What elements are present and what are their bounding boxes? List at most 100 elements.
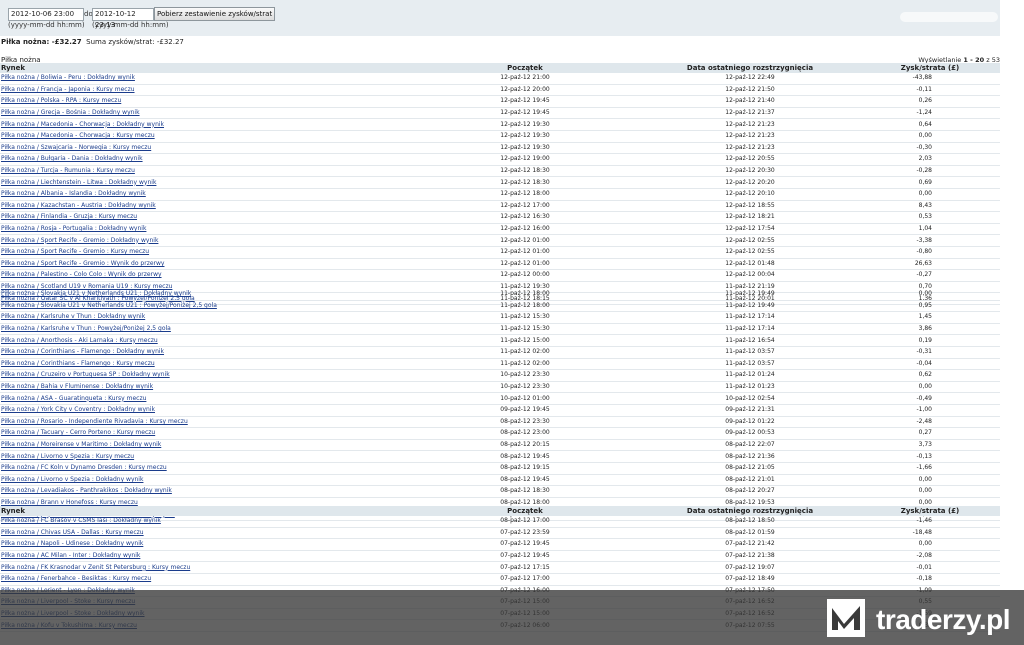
market-link[interactable]: Piłka nożna / Sport Recife - Gremio : Ku…: [1, 248, 149, 255]
market-cell: Piłka nożna / Bahia v Fluminense : Dokła…: [0, 381, 410, 394]
start-time-cell: 11-paź-12 15:00: [410, 334, 640, 347]
profit-loss-cell: 0,64: [860, 118, 1000, 131]
market-link[interactable]: Piłka nożna / Corinthians - Flamengo : K…: [1, 360, 155, 367]
market-link[interactable]: Piłka nożna / Livorno v Spezia : Dokładn…: [1, 476, 143, 483]
table-row: Piłka nożna / Kazachstan - Austria : Dok…: [0, 200, 1000, 213]
market-link[interactable]: Piłka nożna / Karlsruhe v Thun : Powyżej…: [1, 325, 171, 332]
market-link[interactable]: Piłka nożna / Tacuary - Cerro Porteno : …: [1, 429, 155, 436]
market-cell: Piłka nożna / Rosario - Independiente Ri…: [0, 416, 410, 429]
market-cell: Piłka nożna / Napoli - Udinese : Dokładn…: [0, 538, 410, 551]
market-link[interactable]: Piłka nożna / ASA - Guaratinqueta : Kurs…: [1, 395, 146, 402]
market-link[interactable]: Piłka nożna / Turcja - Rumunia : Kursy m…: [1, 167, 135, 174]
market-link[interactable]: Piłka nożna / Brann v Honefoss : Kursy m…: [1, 499, 138, 506]
table-row: Piłka nożna / Turcja - Rumunia : Kursy m…: [0, 165, 1000, 178]
profit-loss-cell: -1,24: [860, 107, 1000, 120]
column-header[interactable]: Rynek: [0, 506, 410, 516]
market-link[interactable]: Piłka nożna / Slovakia U21 v Netherlands…: [1, 302, 217, 309]
market-link[interactable]: Piłka nożna / Rosario - Independiente Ri…: [1, 418, 188, 425]
market-link[interactable]: Piłka nożna / Moreirense v Maritimo : Do…: [1, 441, 161, 448]
table-row: Piłka nożna / Palestino - Colo Colo : Wy…: [0, 269, 1000, 282]
column-header[interactable]: Początek: [410, 506, 640, 516]
market-link[interactable]: Piłka nożna / Fenerbahce - Besiktas : Ku…: [1, 575, 151, 582]
column-header[interactable]: Początek: [410, 63, 640, 73]
settled-time-cell: 08-paź-12 21:36: [640, 450, 860, 463]
market-link[interactable]: Piłka nożna / Bahia v Fluminense : Dokła…: [1, 383, 153, 390]
market-link[interactable]: Piłka nożna / Cruzeiro v Portuguesa SP :…: [1, 371, 170, 378]
market-link[interactable]: Piłka nożna / Slovakia U21 v Netherlands…: [1, 290, 191, 297]
profit-loss-cell: -18,48: [860, 527, 1000, 540]
table-row: Piłka nożna / AC Milan - Inter : Dokładn…: [0, 550, 1000, 563]
start-time-cell: 12-paź-12 19:00: [410, 153, 640, 166]
date-from-format-hint: (yyyy-mm-dd hh:mm): [8, 21, 85, 29]
start-time-cell: 10-paź-12 23:30: [410, 381, 640, 394]
market-link[interactable]: Piłka nożna / Levadiakos - Panthrakikos …: [1, 487, 172, 494]
fetch-report-button[interactable]: Pobierz zestawienie zysków/strat: [154, 7, 276, 21]
market-link[interactable]: Piłka nożna / Palestino - Colo Colo : Wy…: [1, 271, 162, 278]
table-row: Piłka nożna / ASA - Guaratinqueta : Kurs…: [0, 392, 1000, 405]
market-cell: Piłka nożna / Finlandia - Gruzja : Kursy…: [0, 211, 410, 224]
column-header[interactable]: Data ostatniego rozstrzygnięcia: [640, 63, 860, 73]
market-cell: Piłka nożna / Levadiakos - Panthrakikos …: [0, 485, 410, 498]
table-row: Piłka nożna / Bahia v Fluminense : Dokła…: [0, 381, 1000, 394]
table-row: Piłka nożna / Karlsruhe v Thun : Powyżej…: [0, 323, 1000, 336]
table-row: Piłka nożna / Szwajcaria - Norwegia : Ku…: [0, 142, 1000, 155]
market-link[interactable]: Piłka nożna / Livorno v Spezia : Kursy m…: [1, 453, 134, 460]
market-link[interactable]: Piłka nożna / Albania - Islandia : Dokła…: [1, 190, 146, 197]
watermark-brand: traderzy.pl: [876, 604, 1011, 635]
blurred-area: [900, 12, 998, 22]
market-link[interactable]: Piłka nożna / Karlsruhe v Thun : Dokładn…: [1, 313, 145, 320]
market-link[interactable]: Piłka nożna / Kazachstan - Austria : Dok…: [1, 202, 156, 209]
settled-time-cell: 12-paź-12 01:48: [640, 258, 860, 271]
settled-time-cell: 12-paź-12 02:55: [640, 246, 860, 259]
market-link[interactable]: Piłka nożna / AC Milan - Inter : Dokładn…: [1, 552, 140, 559]
market-link[interactable]: Piłka nożna / Rosja - Portugalia : Dokła…: [1, 225, 146, 232]
market-link[interactable]: Piłka nożna / Finlandia - Gruzja : Kursy…: [1, 213, 137, 220]
market-link[interactable]: Piłka nożna / FC Brasov v CSMS Iasi : Do…: [1, 517, 161, 524]
market-link[interactable]: Piłka nożna / Boliwia - Peru : Dokładny …: [1, 74, 135, 81]
results-table-1: Rynek Początek Data ostatniego rozstrzygni…: [0, 63, 1000, 305]
market-link[interactable]: Piłka nożna / FK Krasnodar v Zenit St Pe…: [1, 564, 190, 571]
settled-time-cell: 09-paź-12 00:53: [640, 427, 860, 440]
market-link[interactable]: Piłka nożna / Macedonia - Chorwacja : Ku…: [1, 132, 155, 139]
column-header[interactable]: Data ostatniego rozstrzygnięcia: [640, 506, 860, 516]
market-link[interactable]: Piłka nożna / Sport Recife - Gremio : Wy…: [1, 260, 164, 267]
table-row: Piłka nożna / Sport Recife - Gremio : Ku…: [0, 246, 1000, 259]
market-link[interactable]: Piłka nożna / York City v Coventry : Dok…: [1, 406, 155, 413]
settled-time-cell: 11-paź-12 03:57: [640, 358, 860, 371]
start-time-cell: 10-paź-12 01:00: [410, 392, 640, 405]
start-time-cell: 12-paź-12 16:30: [410, 211, 640, 224]
column-header[interactable]: Zysk/strata (£): [860, 63, 1000, 73]
table-row: Piłka nożna / York City v Coventry : Dok…: [0, 404, 1000, 417]
market-link[interactable]: Piłka nożna / Francja - Japonia : Kursy …: [1, 86, 135, 93]
market-link[interactable]: Piłka nożna / Napoli - Udinese : Dokładn…: [1, 540, 143, 547]
market-link[interactable]: Piłka nożna / Anorthosis - Aki Larnaka :…: [1, 337, 158, 344]
market-link[interactable]: Piłka nożna / Bułgaria - Dania : Dokładn…: [1, 155, 143, 162]
table-row: Piłka nożna / Macedonia - Chorwacja : Do…: [0, 118, 1000, 131]
market-link[interactable]: Piłka nożna / Corinthians - Flamengo : D…: [1, 348, 164, 355]
market-cell: Piłka nożna / Tacuary - Cerro Porteno : …: [0, 427, 410, 440]
settled-time-cell: 07-paź-12 21:42: [640, 538, 860, 551]
market-cell: Piłka nożna / Fenerbahce - Besiktas : Ku…: [0, 573, 410, 586]
market-link[interactable]: Piłka nożna / Chivas USA - Dallas : Kurs…: [1, 529, 144, 536]
market-cell: Piłka nożna / Corinthians - Flamengo : D…: [0, 346, 410, 359]
date-from-input[interactable]: 2012-10-06 23:00: [8, 8, 84, 21]
market-cell: Piłka nożna / Rosja - Portugalia : Dokła…: [0, 223, 410, 236]
market-link[interactable]: Piłka nożna / FC Koln v Dynamo Dresden :…: [1, 464, 167, 471]
market-cell: Piłka nożna / Boliwia - Peru : Dokładny …: [0, 73, 410, 85]
watermark-overlay: [0, 590, 1024, 645]
market-link[interactable]: Piłka nożna / Szwajcaria - Norwegia : Ku…: [1, 144, 151, 151]
profit-loss-cell: -43,88: [860, 73, 1000, 85]
profit-loss-cell: -0,01: [860, 561, 1000, 574]
profit-loss-cell: -0,18: [860, 573, 1000, 586]
market-link[interactable]: Piłka nożna / Grecja - Bośnia : Dokładny…: [1, 109, 140, 116]
column-header[interactable]: Rynek: [0, 63, 410, 73]
market-cell: Piłka nożna / Corinthians - Flamengo : K…: [0, 358, 410, 371]
market-link[interactable]: Piłka nożna / Sport Recife - Gremio : Do…: [1, 237, 158, 244]
market-link[interactable]: Piłka nożna / Polska - RPA : Kursy meczu: [1, 97, 121, 104]
table-row: Piłka nożna / Polska - RPA : Kursy meczu…: [0, 95, 1000, 108]
market-link[interactable]: Piłka nożna / Macedonia - Chorwacja : Do…: [1, 121, 164, 128]
column-header[interactable]: Zysk/strata (£): [860, 506, 1000, 516]
date-to-input[interactable]: 2012-10-12 23:13: [92, 8, 154, 29]
market-link[interactable]: Piłka nożna / Liechtenstein - Litwa : Do…: [1, 179, 156, 186]
market-cell: Piłka nożna / FC Brasov v CSMS Iasi : Do…: [0, 516, 410, 528]
